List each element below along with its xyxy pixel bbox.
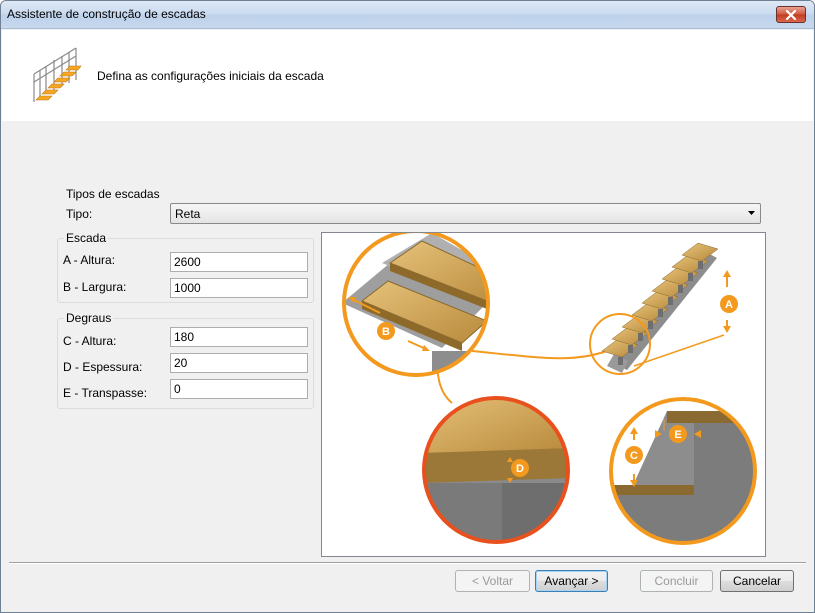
wizard-header: Defina as configurações iniciais da esca… bbox=[2, 30, 813, 121]
close-icon bbox=[785, 9, 797, 20]
chevron-down-icon bbox=[748, 211, 755, 215]
escada-altura-input[interactable] bbox=[170, 252, 308, 272]
escada-group-label: Escada bbox=[64, 231, 109, 245]
tipo-select[interactable]: Reta bbox=[170, 203, 761, 224]
label-d: D bbox=[516, 463, 524, 475]
header-instruction: Defina as configurações iniciais da esca… bbox=[97, 69, 324, 83]
back-button[interactable]: < Voltar bbox=[455, 570, 530, 592]
magnifier-d: D bbox=[422, 396, 570, 544]
label-c: C bbox=[630, 450, 638, 462]
footer-separator bbox=[9, 562, 806, 564]
tipos-group-label: Tipos de escadas bbox=[66, 187, 160, 201]
close-button[interactable] bbox=[776, 6, 806, 23]
escada-altura-label: A - Altura: bbox=[63, 253, 116, 267]
finish-button[interactable]: Concluir bbox=[640, 570, 713, 592]
tipo-select-value: Reta bbox=[175, 207, 201, 221]
degraus-transpasse-input[interactable] bbox=[170, 379, 308, 399]
next-button[interactable]: Avançar > bbox=[535, 570, 608, 592]
window-title: Assistente de construção de escadas bbox=[7, 7, 206, 21]
title-bar: Assistente de construção de escadas bbox=[1, 1, 814, 29]
degraus-group-label: Degraus bbox=[64, 311, 114, 325]
degraus-transpasse-label: E - Transpasse: bbox=[63, 386, 148, 400]
stairs-icon bbox=[33, 47, 82, 102]
degraus-altura-input[interactable] bbox=[170, 327, 308, 347]
staircase-main bbox=[601, 242, 719, 373]
degraus-espessura-label: D - Espessura: bbox=[63, 360, 143, 374]
tipo-label: Tipo: bbox=[66, 207, 93, 221]
label-e: E bbox=[674, 429, 681, 441]
wizard-window: Assistente de construção de escadas Defi… bbox=[0, 0, 815, 613]
stair-illustration: A B D C E bbox=[321, 229, 766, 557]
magnifier-b: B bbox=[342, 229, 490, 377]
degraus-espessura-input[interactable] bbox=[170, 353, 308, 373]
magnifier-ce: C E bbox=[609, 397, 757, 545]
cancel-button[interactable]: Cancelar bbox=[720, 570, 794, 592]
degraus-altura-label: C - Altura: bbox=[63, 334, 117, 348]
stair-diagram: A B D C E bbox=[342, 229, 757, 545]
wizard-content: Tipos de escadas Tipo: Reta Escada A - A… bbox=[2, 121, 813, 561]
escada-largura-label: B - Largura: bbox=[63, 280, 127, 294]
label-a: A bbox=[725, 299, 733, 311]
dimension-a: A bbox=[720, 270, 738, 333]
escada-largura-input[interactable] bbox=[170, 278, 308, 298]
label-b: B bbox=[382, 326, 390, 338]
